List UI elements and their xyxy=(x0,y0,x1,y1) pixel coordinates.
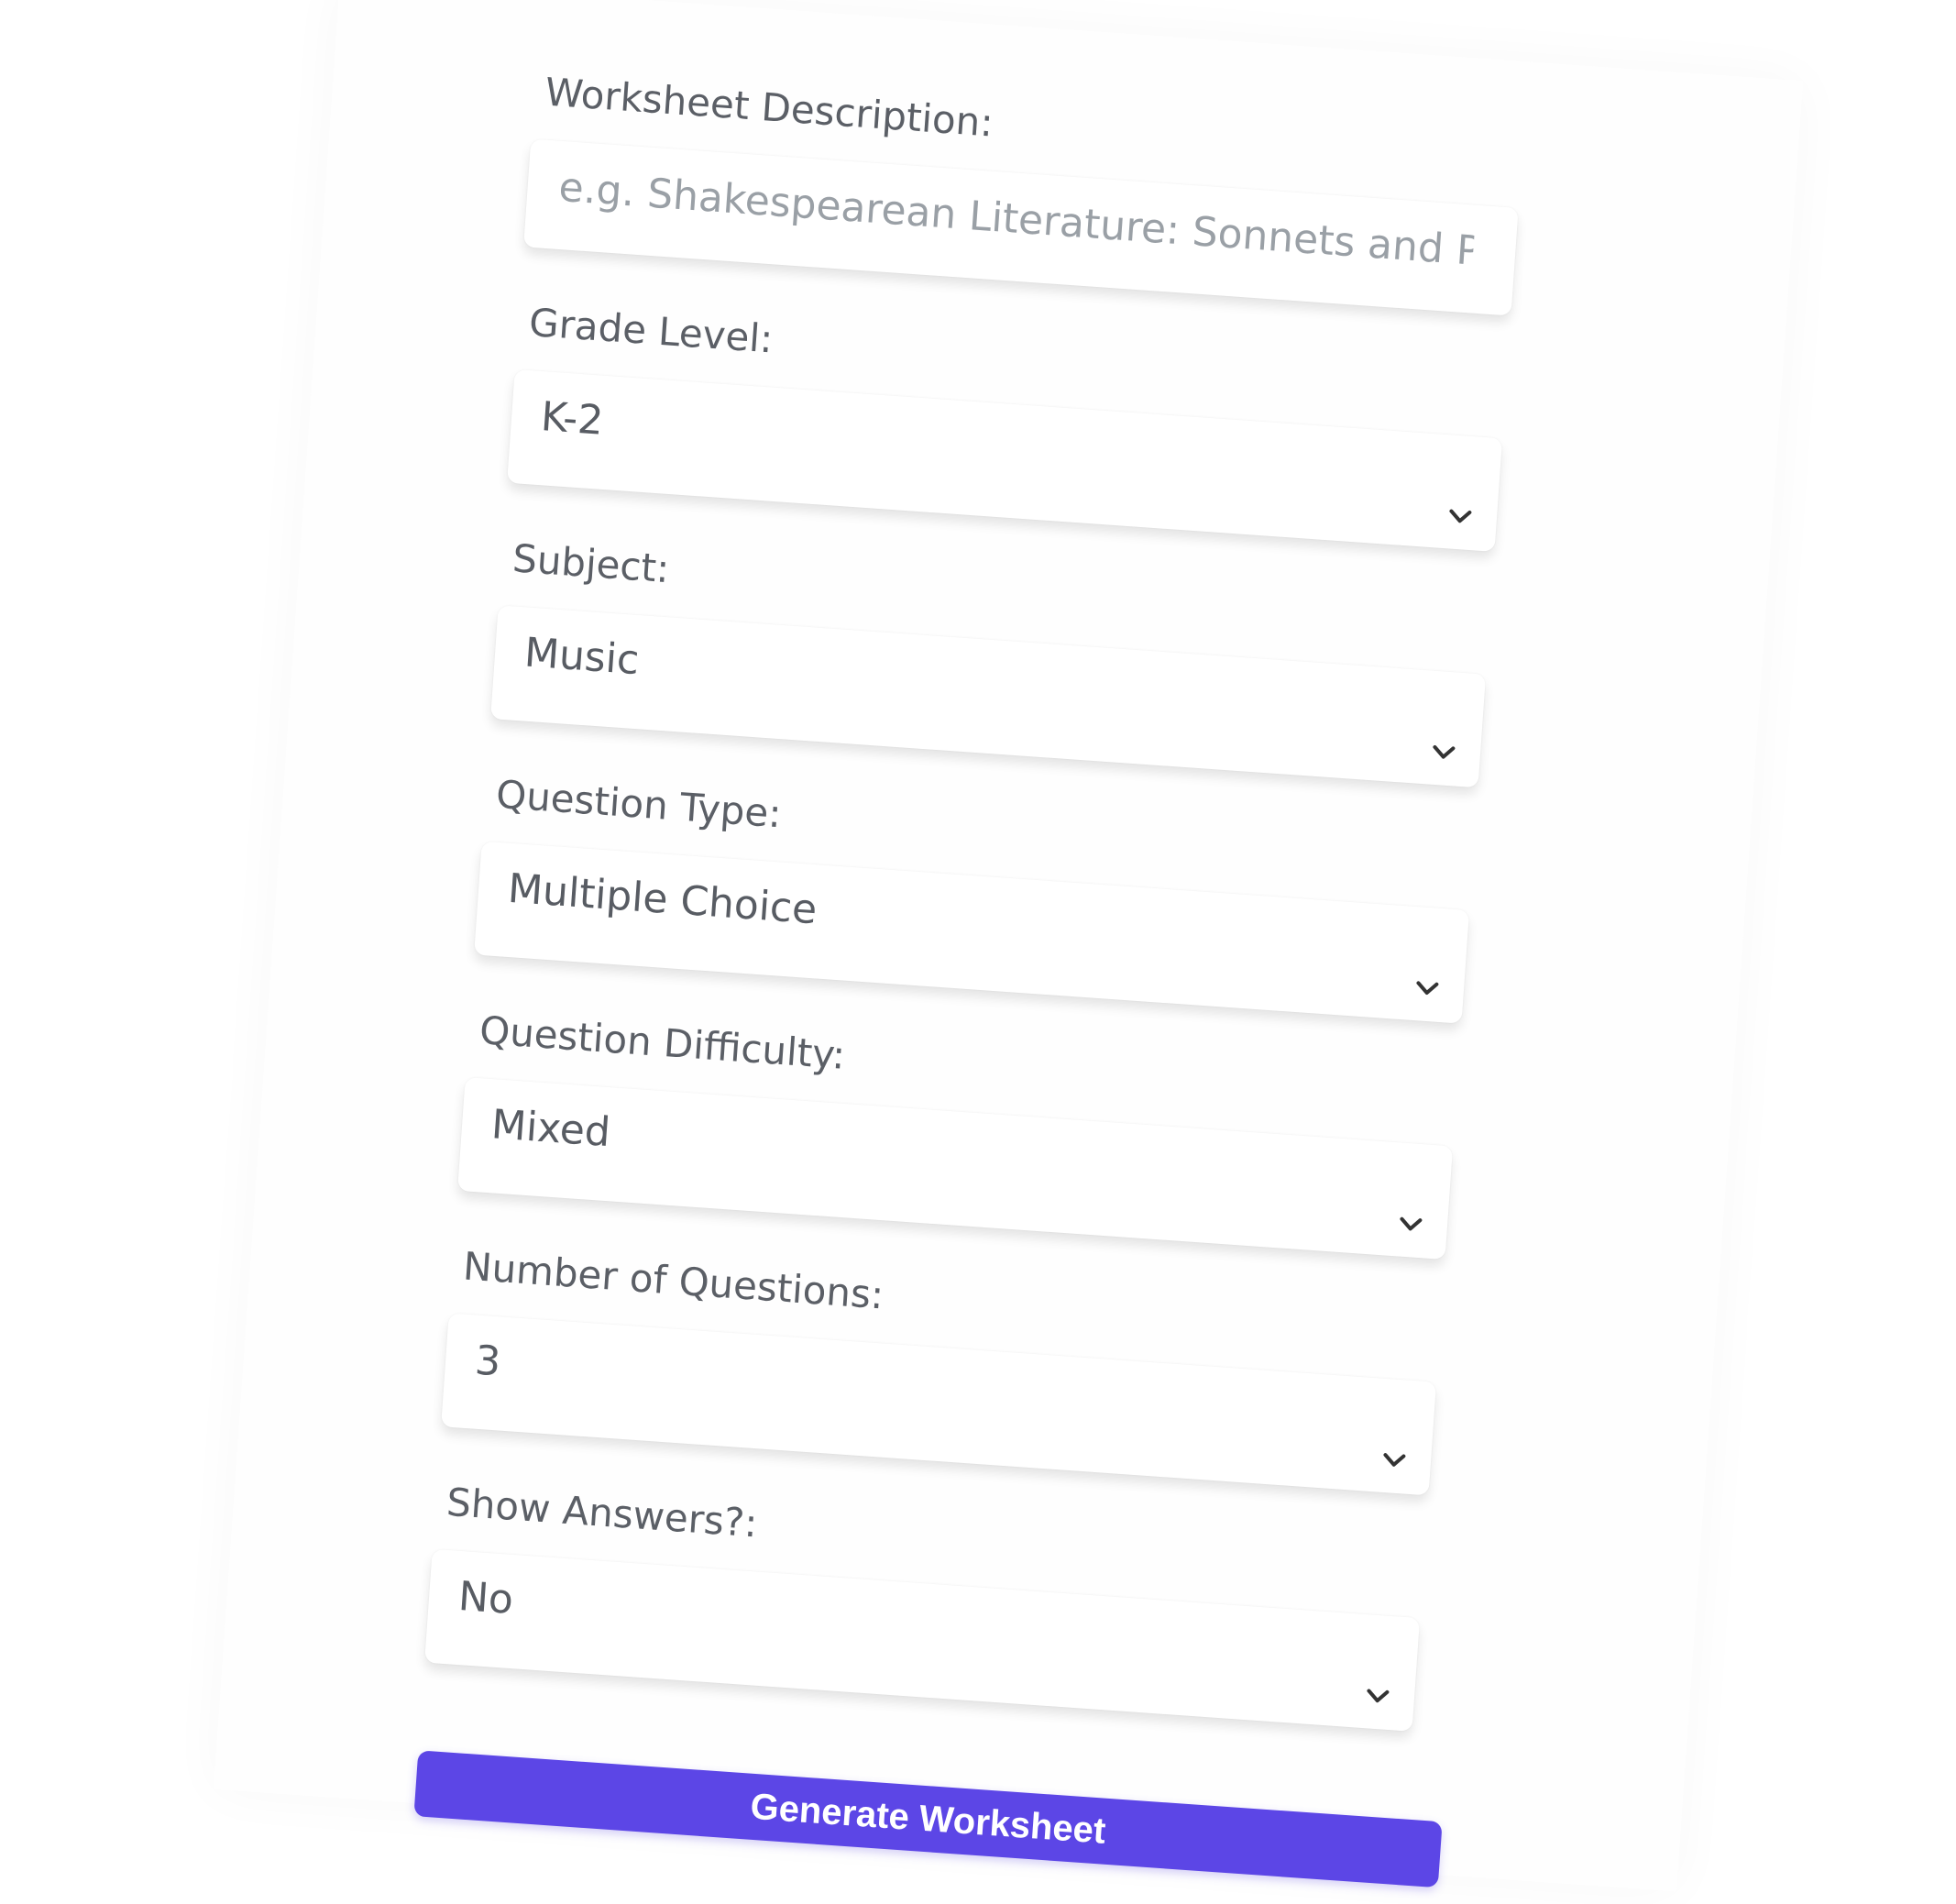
chevron-down-icon xyxy=(1449,509,1472,523)
worksheet-description-input[interactable] xyxy=(555,162,1478,276)
chevron-down-icon xyxy=(1400,1216,1423,1231)
show-answers-value: No xyxy=(456,1572,515,1624)
question-type-value: Multiple Choice xyxy=(506,864,819,934)
generate-worksheet-button[interactable]: Generate Worksheet xyxy=(413,1750,1443,1888)
number-of-questions-value: 3 xyxy=(473,1337,502,1386)
chevron-down-icon xyxy=(1367,1689,1390,1703)
grade-level-value: K-2 xyxy=(539,393,605,445)
chevron-down-icon xyxy=(1416,981,1439,996)
worksheet-form-card: Worksheet Description: Grade Level: K-2 … xyxy=(213,0,1804,1892)
chevron-down-icon xyxy=(1383,1453,1406,1467)
question-difficulty-value: Mixed xyxy=(489,1101,612,1157)
subject-value: Music xyxy=(522,629,641,685)
chevron-down-icon xyxy=(1433,744,1456,759)
worksheet-form: Worksheet Description: Grade Level: K-2 … xyxy=(413,66,1523,1888)
